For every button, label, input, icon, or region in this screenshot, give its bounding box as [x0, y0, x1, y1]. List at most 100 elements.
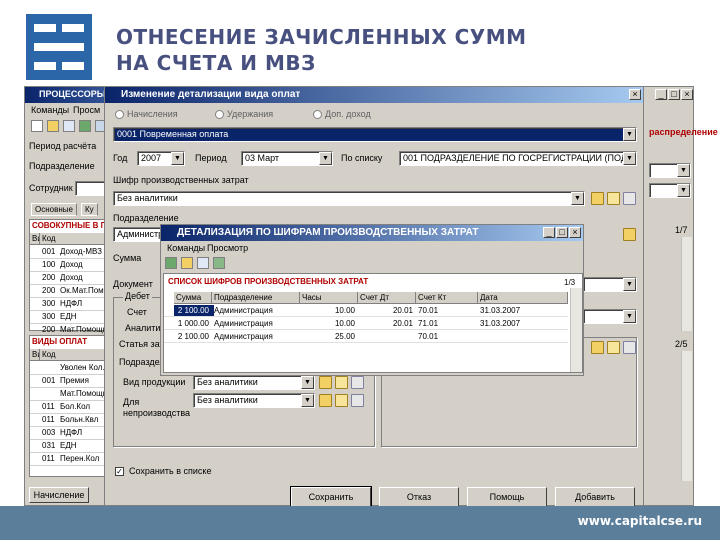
right-field-2-dropdown-icon[interactable]: ▼ [677, 184, 690, 197]
nonproduction-open-icon[interactable] [335, 394, 348, 407]
accruals-row-name[interactable]: Доход [58, 259, 106, 271]
bottom-list-scrollbar[interactable] [681, 351, 692, 481]
credit-account-select[interactable]: ▼ [583, 309, 637, 324]
period-dropdown-icon[interactable]: ▼ [319, 152, 332, 165]
right-field-1-dropdown-icon[interactable]: ▼ [677, 164, 690, 177]
cost-code-dropdown-icon[interactable]: ▼ [571, 192, 584, 205]
nonproduction-search-icon[interactable] [351, 394, 364, 407]
cost-detail-title: ДЕТАЛИЗАЦИЯ ПО ШИФРАМ ПРОИЗВОДСТВЕННЫХ З… [177, 227, 479, 238]
cost-cell-debit: 20.01 [392, 306, 413, 315]
accruals-row-code[interactable]: 001 [40, 246, 58, 258]
main-menu-view[interactable]: Просм [73, 105, 100, 116]
payments-row-name[interactable]: Больн.Квл [58, 414, 106, 426]
cost-cell-date: 31.03.2007 [480, 319, 521, 328]
tab-main[interactable]: Основные [31, 203, 77, 216]
radio-deductions[interactable] [215, 110, 224, 119]
accruals-row-name[interactable]: Доход-МВЗ [58, 246, 106, 258]
accruals-row-name[interactable]: ЕДН [58, 311, 106, 323]
accruals-row-name[interactable]: Доход [58, 272, 106, 284]
add-button[interactable]: Добавить [555, 487, 635, 507]
top-list-scrollbar[interactable] [681, 237, 692, 331]
payments-row-code[interactable]: 001 [40, 375, 58, 387]
cost-list-count: 1/3 [564, 278, 576, 287]
payments-row-code[interactable]: 011 [40, 401, 58, 413]
accruals-row-code[interactable]: 300 [40, 311, 58, 323]
cost-code-search-icon[interactable] [623, 192, 636, 205]
accruals-row-name[interactable]: НДФЛ [58, 298, 106, 310]
main-maximize-button[interactable]: □ [668, 89, 680, 100]
radio-accruals[interactable] [115, 110, 124, 119]
main-minimize-button[interactable]: _ [655, 89, 667, 100]
help-button[interactable]: Помощь [467, 487, 547, 507]
document-right-dropdown-icon[interactable]: ▼ [623, 278, 636, 291]
year-select[interactable]: 2007 ▼ [137, 151, 185, 166]
payment-type-dropdown-icon[interactable]: ▼ [623, 128, 636, 141]
right-field-1[interactable]: ▼ [649, 163, 691, 178]
payments-row-code[interactable] [40, 362, 58, 374]
payments-row-name[interactable]: Премия [58, 375, 106, 387]
cost-code-open-icon[interactable] [607, 192, 620, 205]
payments-row-name[interactable]: ЕДН [58, 440, 106, 452]
payments-row-code[interactable]: 011 [40, 453, 58, 465]
radio-extra-income[interactable] [313, 110, 322, 119]
cost-cell-sum: 2 100.00 [177, 306, 209, 315]
period-select[interactable]: 03 Март ▼ [241, 151, 333, 166]
cost-detail-minimize-button[interactable]: _ [543, 227, 555, 238]
dialog-close-button[interactable]: × [629, 89, 641, 100]
payments-row-name[interactable]: НДФЛ [58, 427, 106, 439]
cost-detail-maximize-button[interactable]: □ [556, 227, 568, 238]
cost-code-field[interactable]: Без аналитики ▼ [113, 191, 585, 206]
cost-refresh-icon[interactable] [213, 257, 225, 269]
payments-row-name[interactable]: Перен.Кол [58, 453, 106, 465]
document-right-field[interactable]: ▼ [583, 277, 637, 292]
payments-row-name[interactable]: Бол.Кол [58, 401, 106, 413]
main-menu-commands[interactable]: Команды [31, 105, 69, 116]
subdivision-select-icon[interactable] [623, 228, 636, 241]
cancel-button[interactable]: Отказ [379, 487, 459, 507]
nonproduction-field[interactable]: Без аналитики ▼ [193, 393, 315, 408]
payments-row-code[interactable] [40, 388, 58, 400]
refresh-icon[interactable] [79, 120, 91, 132]
copy-icon[interactable] [63, 120, 75, 132]
cost-copy-icon[interactable] [197, 257, 209, 269]
cost-list-scrollbar[interactable] [570, 288, 582, 372]
cost-detail-menu-commands[interactable]: Команды [167, 243, 205, 254]
accruals-row-code[interactable]: 200 [40, 272, 58, 284]
cost-code-select-icon[interactable] [591, 192, 604, 205]
cost-edit-icon[interactable] [181, 257, 193, 269]
main-close-button[interactable]: × [681, 89, 693, 100]
payments-row-code[interactable]: 011 [40, 414, 58, 426]
cost-detail-close-button[interactable]: × [569, 227, 581, 238]
payments-row-name[interactable]: Мат.Помощь [58, 388, 106, 400]
accrual-status-button[interactable]: Начисление [29, 487, 89, 503]
product-type-dropdown-icon[interactable]: ▼ [301, 376, 314, 389]
payments-row-code[interactable]: 031 [40, 440, 58, 452]
product-open-icon[interactable] [335, 376, 348, 389]
save-in-list-checkbox[interactable]: ✓ [115, 467, 124, 476]
tab-ku[interactable]: Ку [81, 203, 98, 216]
nonproduction-dropdown-icon[interactable]: ▼ [301, 394, 314, 407]
payments-row-name[interactable]: Уволен Кол.б [58, 362, 106, 374]
accruals-row-code[interactable]: 300 [40, 298, 58, 310]
product-type-field[interactable]: Без аналитики ▼ [193, 375, 315, 390]
cost-new-icon[interactable] [165, 257, 177, 269]
accruals-row-code[interactable]: 100 [40, 259, 58, 271]
credit-account-dropdown-icon[interactable]: ▼ [623, 310, 636, 323]
accruals-row-name[interactable]: Ок.Мат.Пом [58, 285, 106, 297]
payments-row-code[interactable]: 003 [40, 427, 58, 439]
product-select-icon[interactable] [319, 376, 332, 389]
accruals-row-code[interactable]: 200 [40, 285, 58, 297]
edit-icon[interactable] [47, 120, 59, 132]
new-icon[interactable] [31, 120, 43, 132]
year-dropdown-icon[interactable]: ▼ [171, 152, 184, 165]
by-list-dropdown-icon[interactable]: ▼ [623, 152, 636, 165]
by-list-select[interactable]: 001 ПОДРАЗДЕЛЕНИЕ ПО ГОСРЕГИСТРАЦИИ (ПОД… [399, 151, 637, 166]
right-field-2[interactable]: ▼ [649, 183, 691, 198]
nonproduction-select-icon[interactable] [319, 394, 332, 407]
payment-type-select[interactable]: 0001 Повременная оплата ▼ [113, 127, 637, 142]
cost-detail-menu-view[interactable]: Просмотр [207, 243, 248, 254]
product-search-icon[interactable] [351, 376, 364, 389]
by-list-label: По списку [341, 153, 383, 163]
employee-field[interactable] [75, 181, 105, 196]
save-button[interactable]: Сохранить [290, 486, 372, 508]
